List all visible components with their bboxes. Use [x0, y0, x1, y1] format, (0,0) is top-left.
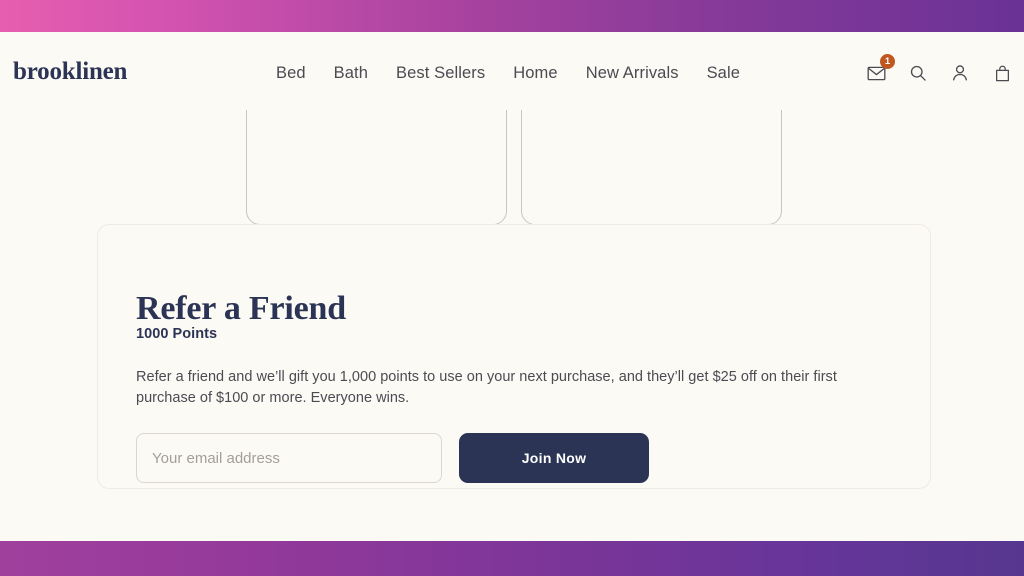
points-label: 1000 Points — [136, 326, 218, 342]
shopping-bag-icon[interactable] — [989, 60, 1015, 86]
screenshot-viewport: brooklinen Bed Bath Best Sellers Home Ne… — [0, 0, 1024, 576]
email-input[interactable] — [136, 433, 442, 483]
nav-item-bath[interactable]: Bath — [320, 62, 382, 84]
header-icon-group: 1 — [863, 54, 1015, 86]
search-icon[interactable] — [905, 60, 931, 86]
nav-item-new-arrivals[interactable]: New Arrivals — [572, 62, 693, 84]
envelope-badge-count: 1 — [880, 54, 895, 69]
brooklinen-logo[interactable]: brooklinen — [13, 59, 127, 84]
refer-a-friend-title: Refer a Friend — [136, 290, 346, 328]
refer-a-friend-description: Refer a friend and we’ll gift you 1,000 … — [136, 368, 837, 407]
nav-item-sale[interactable]: Sale — [693, 62, 754, 84]
nav-item-best-sellers[interactable]: Best Sellers — [382, 62, 499, 84]
page-content: brooklinen Bed Bath Best Sellers Home Ne… — [0, 32, 1024, 541]
join-now-button[interactable]: Join Now — [459, 433, 649, 483]
nav-item-home[interactable]: Home — [499, 62, 571, 84]
refer-a-friend-card: Refer a Friend 1000 Points Refer a frien… — [97, 224, 931, 489]
main-navigation: Bed Bath Best Sellers Home New Arrivals … — [262, 62, 754, 84]
envelope-icon[interactable]: 1 — [863, 54, 895, 86]
account-icon[interactable] — [947, 60, 973, 86]
referral-signup-form: Join Now — [136, 433, 649, 483]
nav-item-bed[interactable]: Bed — [262, 62, 320, 84]
site-header: brooklinen Bed Bath Best Sellers Home Ne… — [0, 32, 1024, 110]
bottom-gradient-band — [0, 541, 1024, 576]
top-gradient-band — [0, 0, 1024, 32]
